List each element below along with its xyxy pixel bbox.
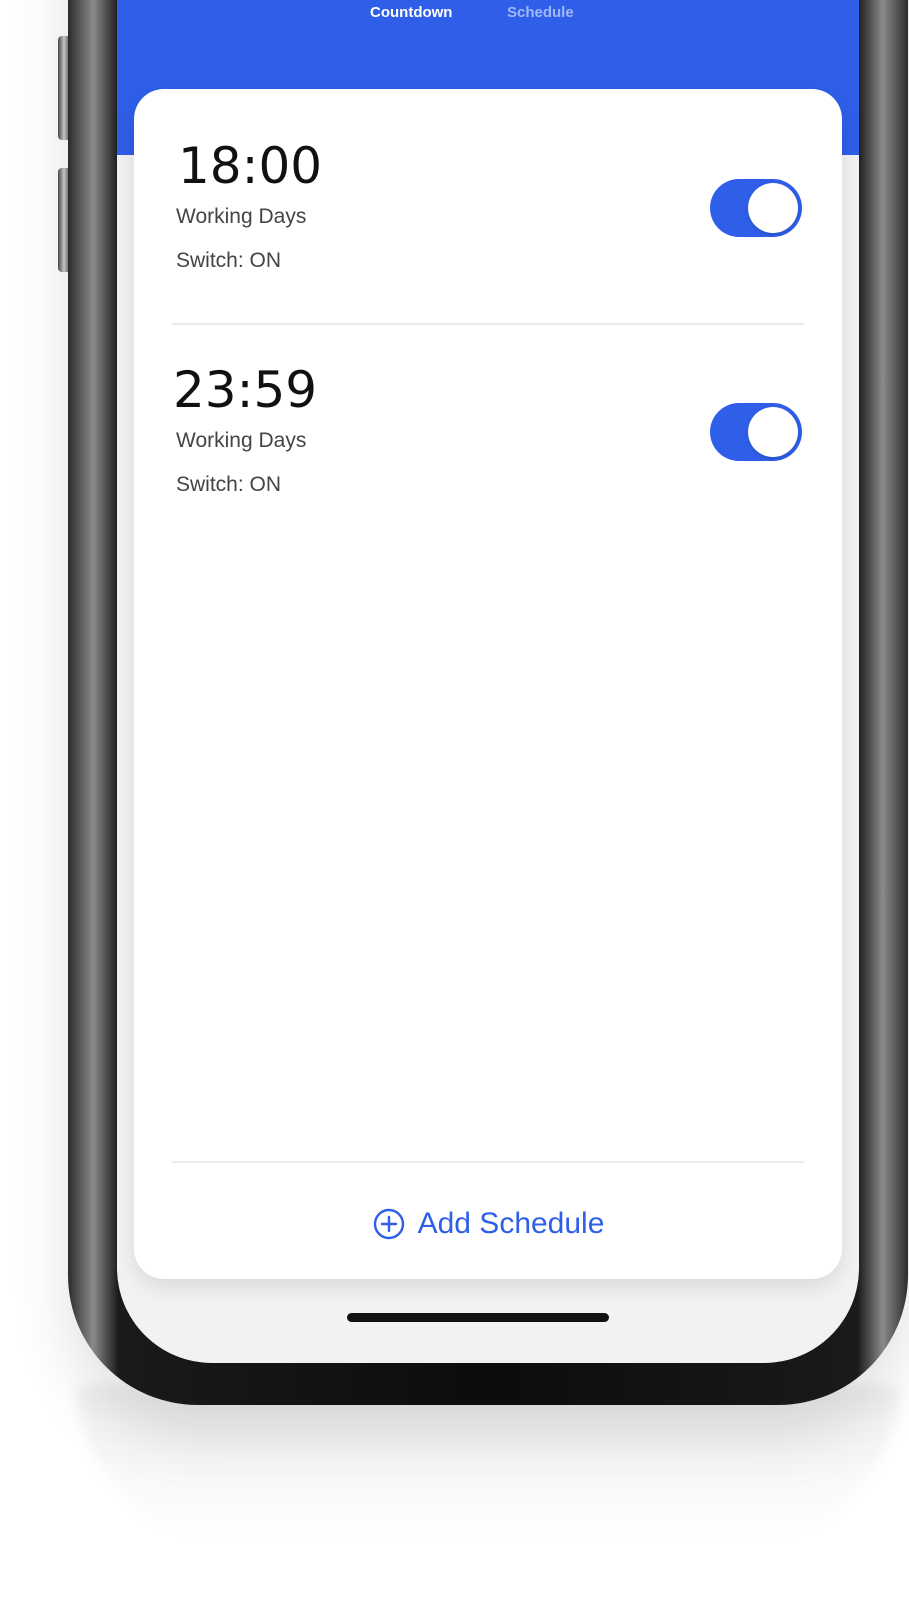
schedule-item[interactable]: 18:00 Working Days Switch: ON [134,119,842,319]
schedule-item[interactable]: 23:59 Working Days Switch: ON [134,343,842,543]
schedule-time: 18:00 [178,137,323,195]
schedule-list-card: 18:00 Working Days Switch: ON 23:59 Work… [134,89,842,1279]
home-indicator[interactable] [347,1313,609,1322]
schedule-toggle[interactable] [710,179,802,237]
toggle-knob [748,183,798,233]
tab-schedule[interactable]: Schedule [507,4,574,21]
schedule-days: Working Days [176,205,307,228]
toggle-knob [748,407,798,457]
schedule-status: Switch: ON [176,473,282,496]
app-screen: Countdown Schedule 18:00 Working Days Sw… [117,0,859,1363]
schedule-days: Working Days [176,429,307,452]
phone-reflection [78,1385,898,1545]
schedule-time: 23:59 [173,361,318,419]
plus-circle-icon [373,1208,404,1240]
divider [172,1161,804,1163]
divider [172,323,804,325]
tab-countdown[interactable]: Countdown [370,4,452,21]
schedule-status: Switch: ON [176,249,282,272]
schedule-toggle[interactable] [710,403,802,461]
tab-bar: Countdown Schedule [117,0,859,40]
add-schedule-label: Add Schedule [417,1207,605,1240]
add-schedule-button[interactable]: Add Schedule [134,1194,842,1254]
